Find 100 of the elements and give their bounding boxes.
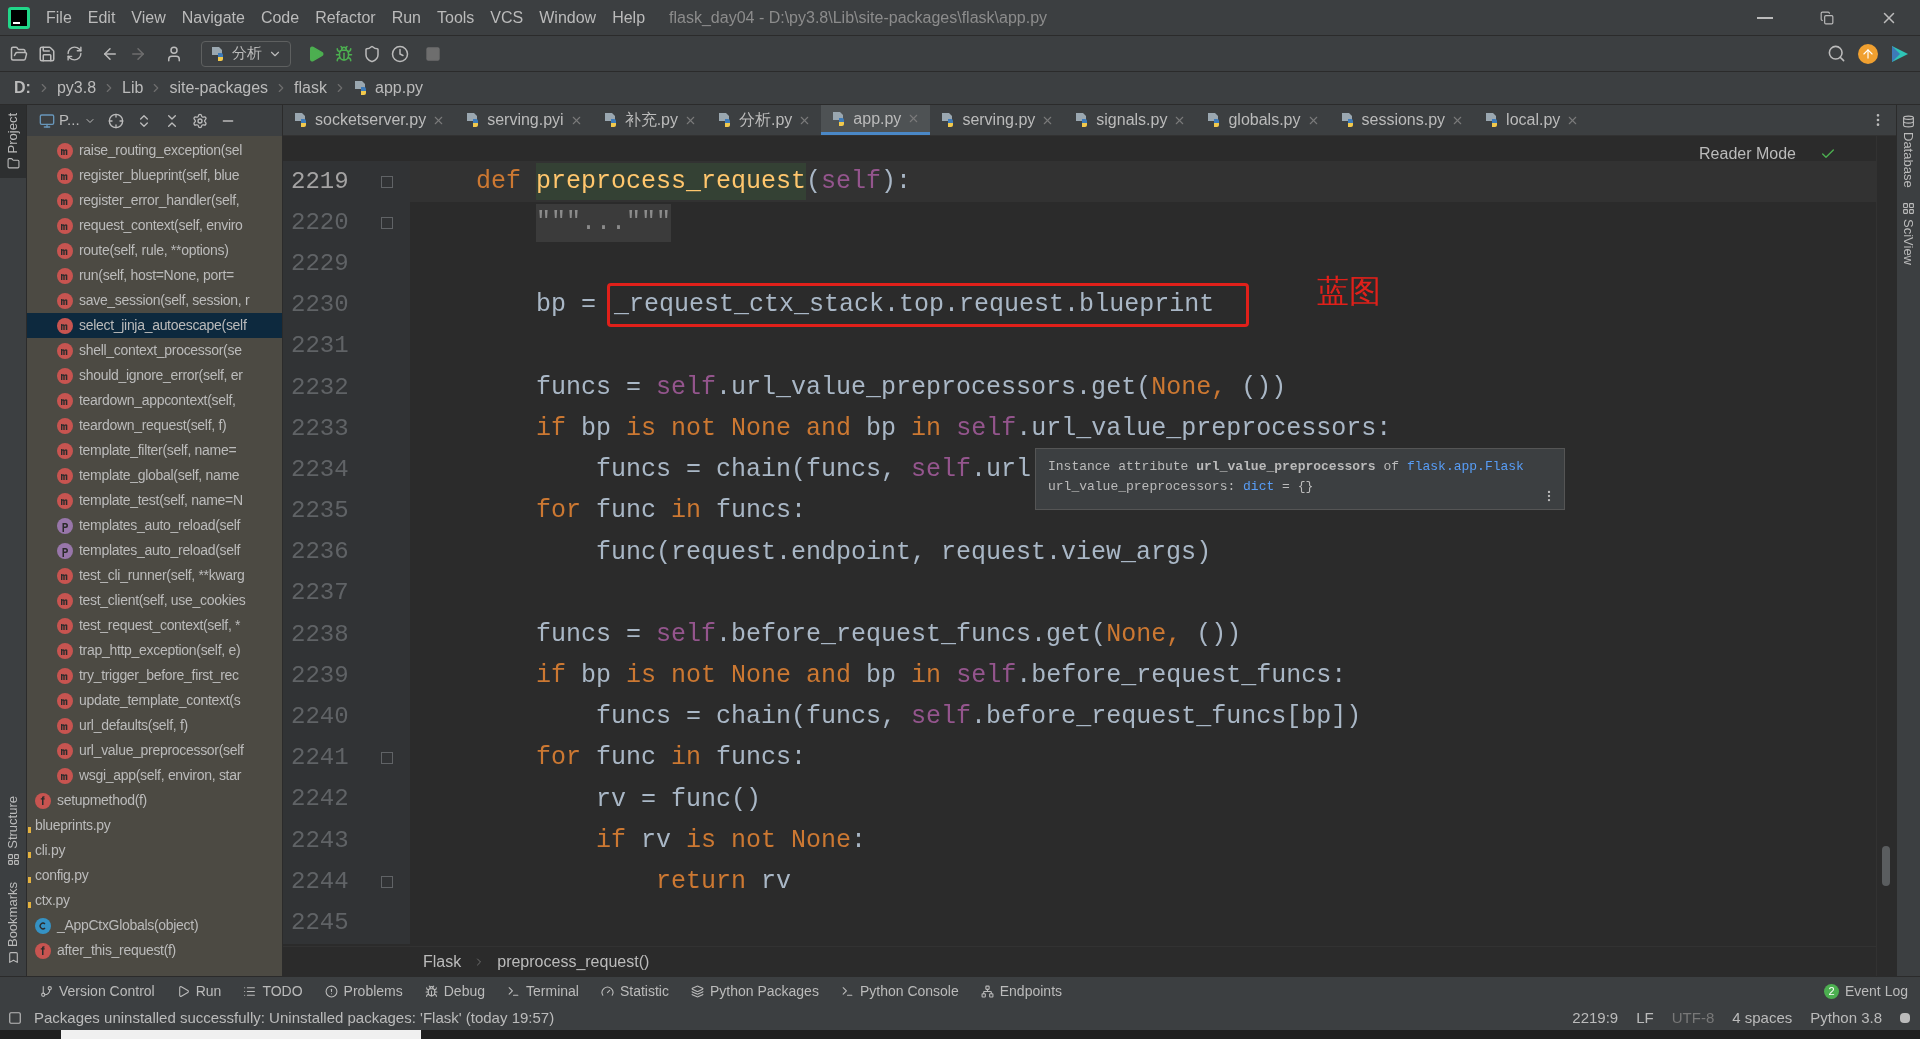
run-config-dropdown[interactable]: 分析 (201, 40, 291, 67)
scroll-thumb[interactable] (1882, 846, 1890, 886)
tree-item[interactable]: blueprints.py (27, 813, 282, 838)
menu-item[interactable]: File (38, 5, 80, 30)
refresh-icon[interactable] (66, 45, 83, 62)
tool-window-tab[interactable]: Endpoints (980, 981, 1063, 1002)
tree-item[interactable]: test_client(self, use_cookies (27, 588, 282, 613)
profile-icon[interactable] (391, 44, 409, 63)
tool-window-tab[interactable]: Terminal (507, 981, 579, 1002)
tool-window-tab[interactable]: Python Packages (690, 981, 819, 1002)
menu-item[interactable]: Navigate (173, 5, 253, 30)
open-icon[interactable] (10, 44, 28, 63)
tree-item[interactable]: templates_auto_reload(self (27, 513, 282, 538)
tree-item[interactable]: template_filter(self, name= (27, 438, 282, 463)
run-icon[interactable] (307, 44, 325, 63)
tree-item[interactable]: teardown_appcontext(self, (27, 388, 282, 413)
tree-item[interactable]: register_blueprint(self, blue (27, 163, 282, 188)
settings-icon[interactable] (191, 112, 208, 129)
tree-item[interactable]: register_error_handler(self, (27, 188, 282, 213)
line-separator[interactable]: LF (1636, 1006, 1654, 1030)
tree-item[interactable]: url_value_preprocessor(self (27, 738, 282, 763)
menu-item[interactable]: Refactor (307, 5, 384, 30)
menu-item[interactable]: Code (252, 5, 308, 30)
plugin-logo-icon[interactable] (1890, 43, 1910, 64)
editor-tab[interactable]: sessions.py (1329, 105, 1475, 135)
fold-marker-icon[interactable] (381, 875, 393, 888)
tree-item[interactable]: try_trigger_before_first_rec (27, 663, 282, 688)
menu-item[interactable]: Edit (79, 5, 124, 30)
tool-window-tab[interactable]: Run (176, 981, 222, 1002)
project-view-dropdown[interactable]: P... (39, 109, 96, 132)
breadcrumb-item[interactable]: app.py (375, 76, 424, 100)
menu-item[interactable]: VCS (482, 5, 532, 30)
breadcrumb-item[interactable]: flask (294, 76, 327, 100)
menu-item[interactable]: Run (383, 5, 429, 30)
breadcrumb-item[interactable]: Lib (122, 76, 144, 100)
editor-tab[interactable]: globals.py (1196, 105, 1330, 135)
stop-icon[interactable] (425, 45, 441, 62)
tool-window-tab[interactable]: Statistic (600, 981, 669, 1002)
breadcrumb-item[interactable]: site-packages (169, 76, 269, 100)
editor-tab[interactable]: serving.pyi (455, 105, 593, 135)
side-tool-button[interactable]: Database (1898, 111, 1919, 192)
tree-item[interactable]: _AppCtxGlobals(object) (27, 913, 282, 938)
tree-item[interactable]: run(self, host=None, port= (27, 263, 282, 288)
reader-mode-button[interactable]: Reader Mode (1699, 142, 1796, 166)
tree-item[interactable]: request_context(self, enviro (27, 213, 282, 238)
tree-item[interactable]: template_global(self, name (27, 463, 282, 488)
tree-item[interactable]: should_ignore_error(self, er (27, 363, 282, 388)
coverage-icon[interactable] (363, 44, 381, 63)
tree-item[interactable]: test_cli_runner(self, **kwarg (27, 563, 282, 588)
editor-tab[interactable]: app.py (821, 105, 931, 135)
save-icon[interactable] (38, 44, 56, 63)
event-log-tab[interactable]: 2 Event Log (1823, 981, 1908, 1002)
search-icon[interactable] (1827, 44, 1846, 63)
editor-tab[interactable]: 分析.py (707, 105, 822, 135)
tree-item[interactable]: config.py (27, 863, 282, 888)
menu-item[interactable]: Tools (429, 5, 483, 30)
interpreter[interactable]: Python 3.8 (1810, 1006, 1882, 1030)
fold-marker-icon[interactable] (381, 175, 393, 188)
breadcrumb-item[interactable]: D: (14, 76, 31, 100)
tree-item[interactable]: ctx.py (27, 888, 282, 913)
tool-window-tab[interactable]: Problems (324, 981, 403, 1002)
tool-window-tab[interactable]: TODO (243, 981, 303, 1002)
fold-marker-icon[interactable] (381, 752, 393, 765)
tree-item[interactable]: select_jinja_autoescape(self (27, 313, 282, 338)
tree-item[interactable]: template_test(self, name=N (27, 488, 282, 513)
tree-item[interactable]: route(self, rule, **options) (27, 238, 282, 263)
tool-window-tab[interactable]: Python Console (840, 981, 959, 1002)
lock-icon[interactable] (1900, 1013, 1910, 1023)
editor-tab[interactable]: 补充.py (592, 105, 707, 135)
folded-docstring[interactable]: """...""" (536, 204, 672, 242)
side-tool-button[interactable]: SciView (1898, 197, 1919, 269)
side-tool-button[interactable]: Bookmarks (0, 873, 26, 972)
side-tool-button[interactable]: Project (0, 105, 26, 179)
fold-marker-icon[interactable] (381, 216, 393, 229)
editor-tab[interactable]: local.py (1474, 105, 1590, 135)
side-tool-button[interactable]: Structure (0, 788, 26, 874)
locate-icon[interactable] (107, 112, 124, 129)
tool-window-tab[interactable]: Debug (424, 981, 485, 1002)
tool-window-tab[interactable]: Version Control (40, 981, 155, 1002)
menu-item[interactable]: View (123, 5, 174, 30)
breadcrumb-item[interactable]: Flask (423, 949, 462, 974)
tree-item[interactable]: update_template_context(s (27, 688, 282, 713)
update-icon[interactable] (1858, 43, 1878, 64)
class-link[interactable]: flask.app.Flask (1406, 459, 1524, 474)
debug-icon[interactable] (335, 44, 353, 63)
breadcrumb-item[interactable]: preprocess_request() (497, 949, 650, 974)
breadcrumb-item[interactable]: py3.8 (56, 76, 97, 100)
caret-position[interactable]: 2219:9 (1572, 1006, 1619, 1030)
user-icon[interactable] (165, 44, 183, 63)
editor-tab[interactable]: socketserver.py (283, 105, 456, 135)
tree-item[interactable]: wsgi_app(self, environ, star (27, 763, 282, 788)
tree-item[interactable]: after_this_request(f) (27, 938, 282, 963)
tree-item[interactable]: templates_auto_reload(self (27, 538, 282, 563)
tree-item[interactable]: url_defaults(self, f) (27, 713, 282, 738)
tree-item[interactable]: save_session(self, session, r (27, 288, 282, 313)
tree-item[interactable]: raise_routing_exception(sel (27, 138, 282, 163)
indent-setting[interactable]: 4 spaces (1732, 1006, 1793, 1030)
tree-item[interactable]: teardown_request(self, f) (27, 413, 282, 438)
tree-item[interactable]: setupmethod(f) (27, 788, 282, 813)
menu-item[interactable]: Window (531, 5, 605, 30)
